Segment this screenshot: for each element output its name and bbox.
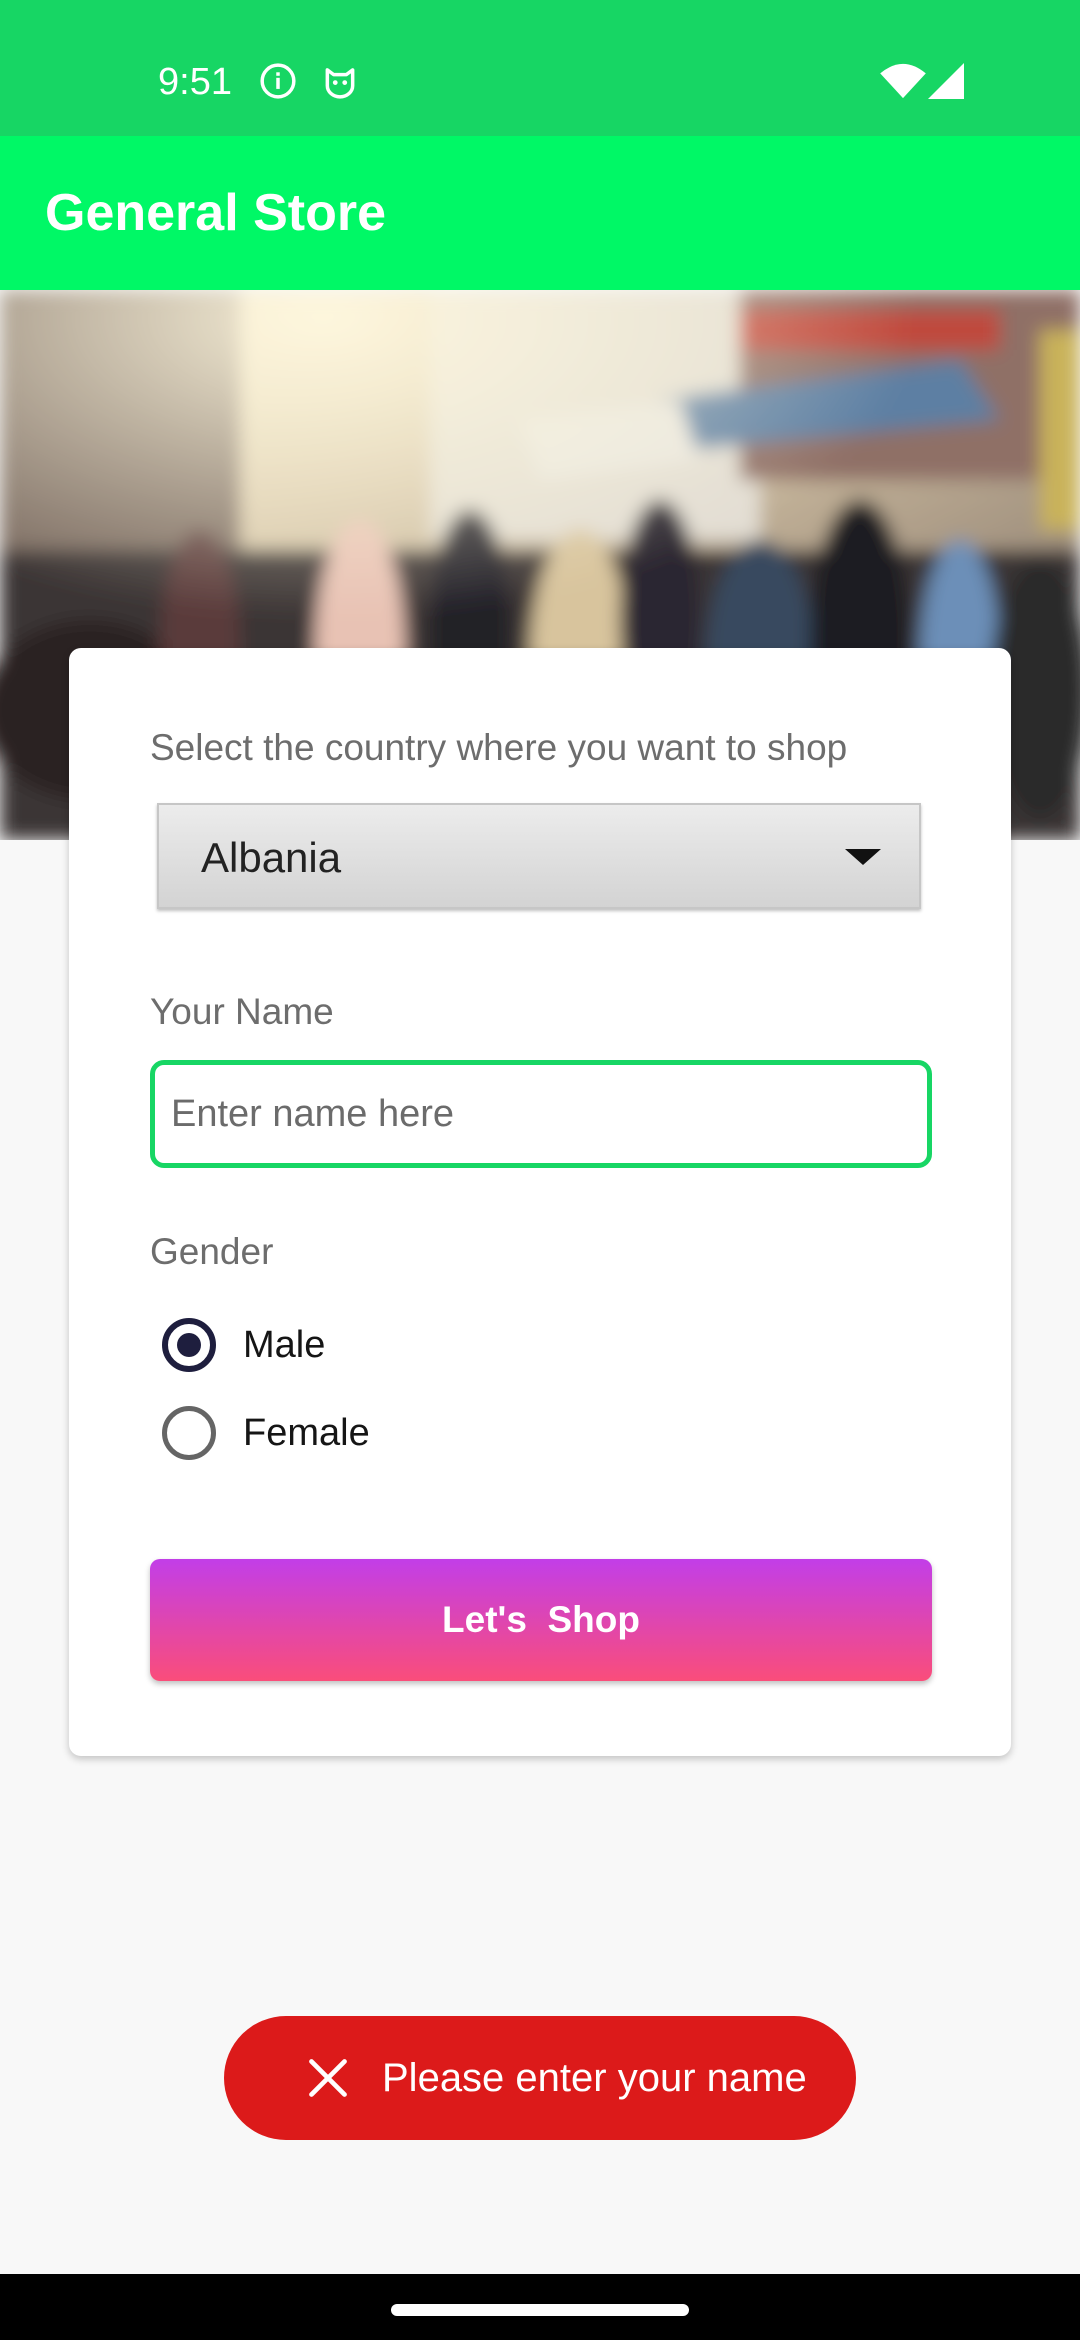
close-icon xyxy=(309,2059,347,2097)
wifi-icon xyxy=(880,63,926,99)
cellular-signal-icon xyxy=(928,63,964,99)
country-label: Select the country where you want to sho… xyxy=(150,727,848,768)
gender-option-male-label: Male xyxy=(243,1324,326,1366)
toast-message: Please enter your name xyxy=(382,2056,807,2100)
app-title: General Store xyxy=(45,184,387,242)
status-time: 9:51 xyxy=(158,61,232,103)
status-bar: 9:51 xyxy=(0,0,1080,136)
shop-form-card: Select the country where you want to sho… xyxy=(69,648,1011,1756)
gender-option-female[interactable]: Female xyxy=(162,1403,462,1463)
info-icon xyxy=(260,63,296,99)
radio-checked-icon xyxy=(162,1318,216,1372)
app-bar: General Store xyxy=(0,136,1080,290)
home-gesture-handle[interactable] xyxy=(391,2304,689,2316)
navigation-bar xyxy=(0,2274,1080,2340)
name-input[interactable] xyxy=(150,1060,932,1168)
lets-shop-button[interactable]: Let's Shop xyxy=(150,1559,932,1681)
lets-shop-label: Let's Shop xyxy=(442,1599,640,1640)
name-label: Your Name xyxy=(150,991,334,1032)
gender-option-female-label: Female xyxy=(243,1412,370,1454)
cat-face-icon xyxy=(325,68,355,99)
error-toast: Please enter your name xyxy=(224,2016,856,2140)
gender-option-male[interactable]: Male xyxy=(162,1315,462,1375)
country-spinner[interactable]: Albania xyxy=(157,803,921,909)
dropdown-arrow-icon xyxy=(845,849,881,865)
radio-unchecked-icon xyxy=(162,1406,216,1460)
country-spinner-value: Albania xyxy=(201,834,342,881)
gender-label: Gender xyxy=(150,1231,274,1272)
